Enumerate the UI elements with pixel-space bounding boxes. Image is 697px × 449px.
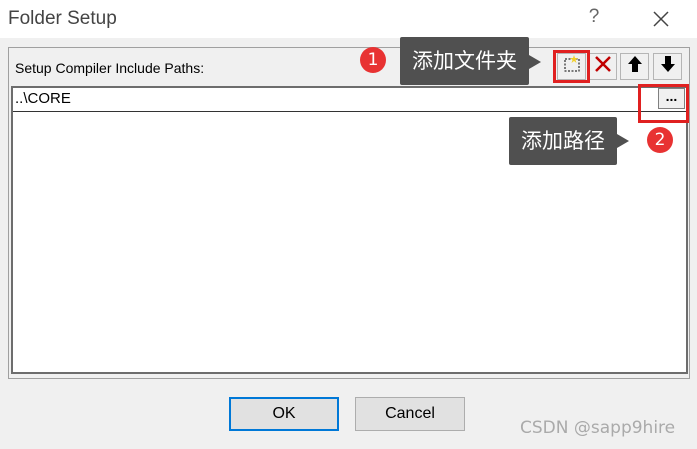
highlight-box-browse (638, 84, 689, 123)
highlight-box-new-folder (553, 50, 590, 83)
edit-row-underline (13, 111, 686, 112)
watermark: CSDN @sapp9hire (520, 418, 676, 438)
annotation-tooltip-2: 添加路径 (509, 117, 629, 165)
move-down-button[interactable] (653, 53, 682, 80)
delete-button[interactable] (588, 53, 617, 80)
title-bar: Folder Setup ? (0, 0, 697, 38)
window-title: Folder Setup (8, 8, 117, 29)
group-label: Setup Compiler Include Paths: (15, 60, 205, 76)
delete-x-icon (593, 54, 613, 79)
annotation-badge-1: 1 (360, 47, 386, 73)
arrow-down-icon (659, 54, 677, 79)
close-icon[interactable] (648, 6, 674, 32)
arrow-up-icon (626, 54, 644, 79)
annotation-tooltip-1: 添加文件夹 (400, 37, 541, 85)
help-button[interactable]: ? (584, 6, 604, 30)
list-item[interactable]: ..\CORE (15, 90, 71, 107)
move-up-button[interactable] (620, 53, 649, 80)
cancel-button[interactable]: Cancel (355, 397, 465, 431)
ok-button[interactable]: OK (229, 397, 339, 431)
annotation-badge-2: 2 (647, 127, 673, 153)
